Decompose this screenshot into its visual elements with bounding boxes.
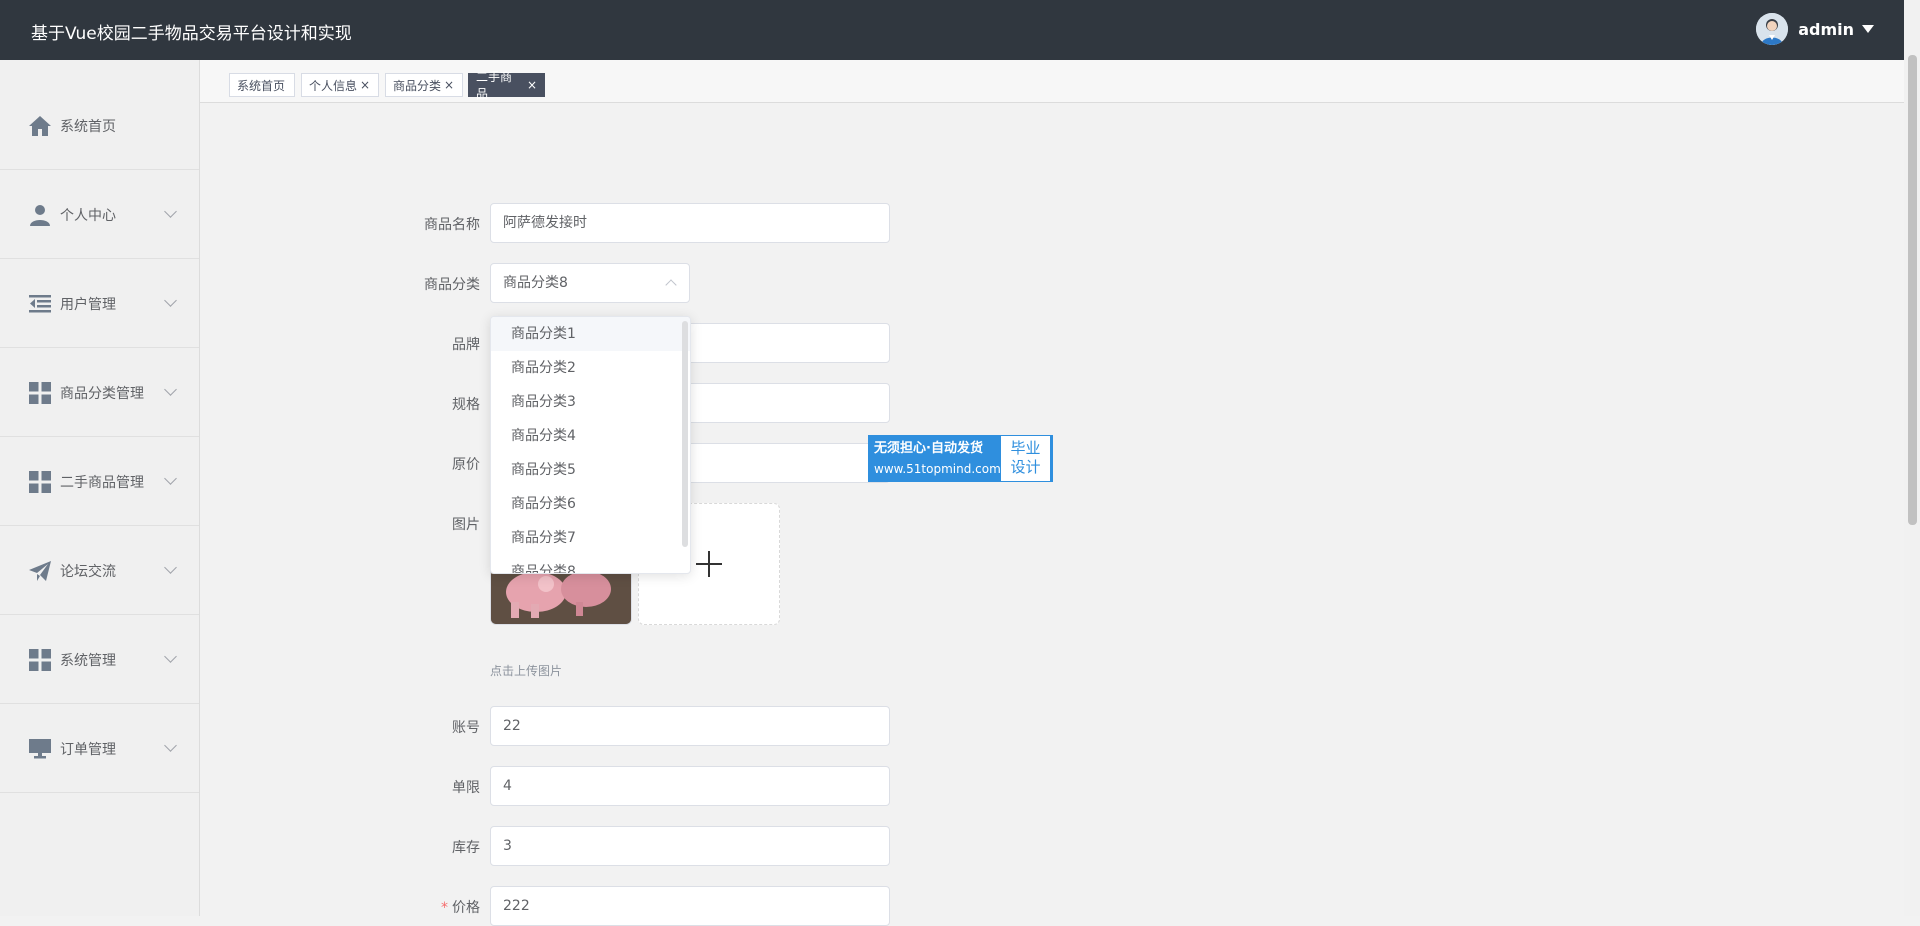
dropdown-option[interactable]: 商品分类7 — [491, 521, 690, 555]
watermark-right1: 毕业 — [1010, 439, 1041, 457]
upload-tip: 点击上传图片 — [490, 664, 563, 678]
chevron-down-icon — [164, 205, 177, 218]
field-label: 单限 — [452, 780, 480, 796]
field-label: 账号 — [452, 720, 480, 736]
sidebar-item-system-management[interactable]: 系统管理 — [0, 616, 199, 704]
app-title: 基于Vue校园二手物品交易平台设计和实现 — [31, 24, 352, 44]
close-icon[interactable]: × — [444, 78, 454, 92]
close-icon[interactable]: × — [527, 78, 537, 92]
watermark-right2: 设计 — [1010, 458, 1041, 476]
watermark-badge: 无须担心·自动发货 www.51topmind.com 毕业 设计 — [868, 435, 1053, 482]
sidebar-item-forum[interactable]: 论坛交流 — [0, 527, 199, 615]
page-scrollbar[interactable] — [1904, 0, 1920, 916]
grid-icon — [28, 381, 52, 405]
tab-home[interactable]: 系统首页 — [229, 73, 295, 97]
account-input[interactable]: 22 — [490, 706, 890, 746]
limit-input[interactable]: 4 — [490, 766, 890, 806]
sidebar-item-label: 论坛交流 — [60, 563, 116, 580]
tab-profile[interactable]: 个人信息 × — [301, 73, 379, 97]
sidebar-item-goods-management[interactable]: 二手商品管理 — [0, 438, 199, 526]
field-label: * 价格 — [400, 897, 480, 917]
watermark-line1: 无须担心·自动发货 — [874, 441, 983, 456]
price-input[interactable]: 222 — [490, 886, 890, 926]
sidebar-item-label: 订单管理 — [60, 741, 116, 758]
home-icon — [28, 114, 52, 138]
dropdown-option[interactable]: 商品分类6 — [491, 487, 690, 521]
tags-view: 系统首页 个人信息 × 商品分类 × 二手商品 × — [200, 60, 1904, 103]
select-value: 商品分类8 — [503, 275, 568, 291]
sidebar-item-order-management[interactable]: 订单管理 — [0, 705, 199, 793]
chevron-down-icon — [164, 739, 177, 752]
tab-secondhand-goods[interactable]: 二手商品 × — [468, 70, 545, 101]
sidebar-item-home[interactable]: 系统首页 — [0, 82, 199, 170]
dropdown-option[interactable]: 商品分类5 — [491, 453, 690, 487]
chevron-down-icon — [164, 650, 177, 663]
scrollbar-thumb[interactable] — [1908, 55, 1917, 525]
field-label: 商品名称 — [424, 217, 480, 233]
tab-label: 商品分类 — [393, 78, 442, 93]
dropdown-option[interactable]: 商品分类4 — [491, 419, 690, 453]
category-dropdown: 商品分类1 商品分类2 商品分类3 商品分类4 商品分类5 商品分类6 商品分类… — [490, 316, 691, 574]
chevron-down-icon — [164, 294, 177, 307]
sidebar-item-user-management[interactable]: 用户管理 — [0, 260, 199, 348]
sidebar-item-label: 商品分类管理 — [60, 385, 144, 402]
sidebar-item-label: 二手商品管理 — [60, 474, 144, 491]
field-label: 库存 — [452, 840, 480, 856]
tab-label: 二手商品 — [476, 70, 513, 101]
grid-icon — [28, 470, 52, 494]
user-icon — [28, 203, 52, 227]
dropdown-option[interactable]: 商品分类1 — [491, 317, 690, 351]
field-label: 图片 — [452, 517, 480, 533]
chevron-down-icon — [164, 561, 177, 574]
required-mark: * — [441, 900, 448, 916]
tab-label: 个人信息 — [309, 78, 358, 93]
avatar[interactable] — [1756, 13, 1789, 45]
grid-icon — [28, 648, 52, 672]
field-label: 规格 — [452, 397, 480, 413]
dropdown-scrollbar[interactable] — [682, 321, 688, 547]
watermark-line2: www.51topmind.com — [874, 462, 1001, 476]
sidebar-item-label: 个人中心 — [60, 207, 116, 224]
sidebar: 系统首页 个人中心 用户管理 商品分类管理 二手商品管理 论坛交流 系统管理 订… — [0, 60, 200, 916]
tab-label: 系统首页 — [237, 78, 286, 93]
chevron-down-icon — [164, 472, 177, 485]
dropdown-option[interactable]: 商品分类3 — [491, 385, 690, 419]
chevron-down-icon — [164, 383, 177, 396]
sidebar-item-label: 系统首页 — [60, 118, 116, 135]
sidebar-item-label: 用户管理 — [60, 296, 116, 313]
category-select[interactable]: 商品分类8 — [490, 263, 690, 303]
sidebar-item-personal-center[interactable]: 个人中心 — [0, 171, 199, 259]
goods-name-input[interactable]: 阿萨德发接时 — [490, 203, 890, 243]
field-label-text: 价格 — [452, 900, 480, 916]
list-indent-icon — [28, 292, 52, 316]
chevron-up-icon — [665, 279, 677, 291]
field-label: 品牌 — [452, 337, 480, 353]
stock-input[interactable]: 3 — [490, 826, 890, 866]
user-menu[interactable]: admin — [1756, 13, 1874, 45]
tab-category[interactable]: 商品分类 × — [385, 73, 463, 97]
close-icon[interactable]: × — [360, 78, 370, 92]
field-label: 原价 — [452, 457, 480, 473]
username[interactable]: admin — [1798, 20, 1854, 39]
dropdown-option[interactable]: 商品分类8 — [491, 555, 690, 573]
caret-down-icon[interactable] — [1862, 25, 1874, 33]
dropdown-option[interactable]: 商品分类2 — [491, 351, 690, 385]
paper-plane-icon — [28, 559, 52, 583]
sidebar-item-label: 系统管理 — [60, 652, 116, 669]
field-label: 商品分类 — [424, 277, 480, 293]
monitor-icon — [28, 737, 52, 761]
top-header: 基于Vue校园二手物品交易平台设计和实现 admin — [0, 0, 1904, 60]
sidebar-item-category-management[interactable]: 商品分类管理 — [0, 349, 199, 437]
